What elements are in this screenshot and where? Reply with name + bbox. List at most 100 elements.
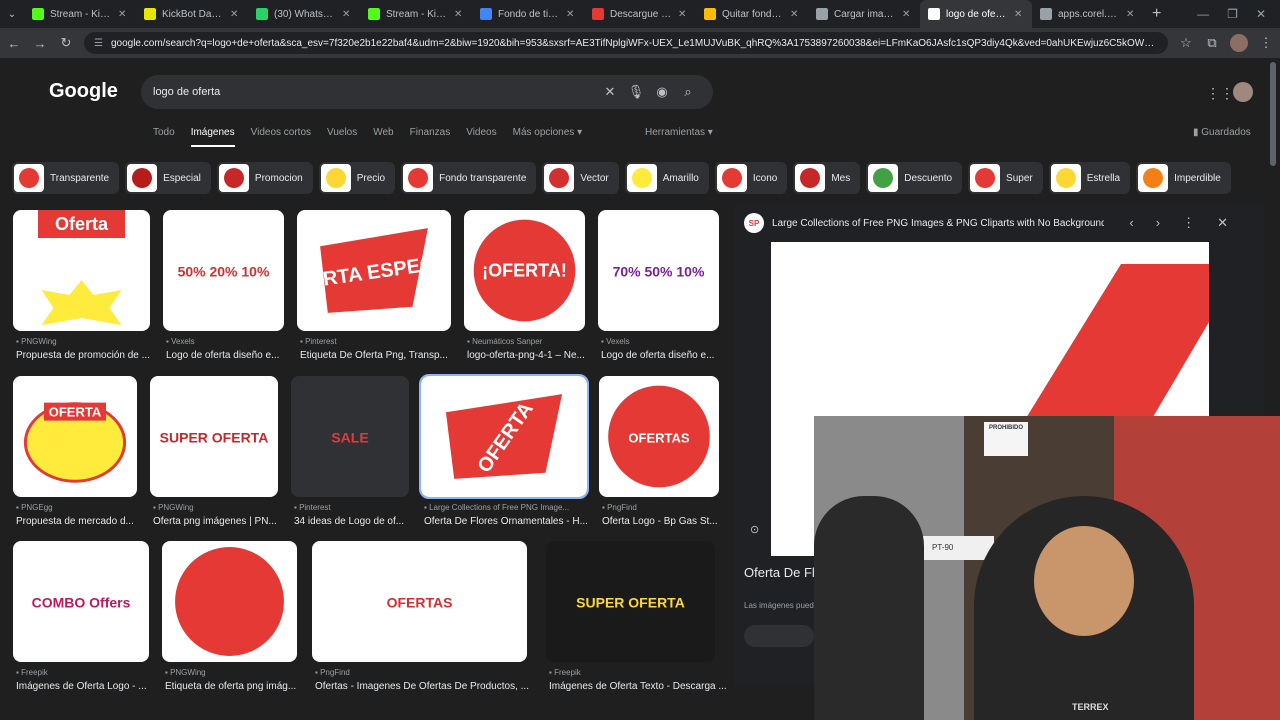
site-info-icon[interactable]: ☰ [94, 38, 103, 49]
result-thumbnail[interactable]: COMBO Offers [13, 541, 149, 662]
tab-finanzas[interactable]: Finanzas [410, 127, 451, 147]
result-source[interactable]: ▪ PNGWing [16, 337, 57, 346]
result-card[interactable]: Oferta ▪ PNGWing Propuesta de promoción … [13, 210, 150, 363]
close-icon[interactable]: ✕ [1217, 215, 1228, 231]
result-thumbnail[interactable] [162, 541, 297, 662]
result-caption[interactable]: Ofertas - Imagenes De Ofertas De Product… [315, 681, 540, 692]
tab-vuelos[interactable]: Vuelos [327, 127, 357, 147]
tab-close-icon[interactable]: ✕ [902, 9, 912, 20]
visit-button[interactable] [744, 625, 814, 647]
tab-videos-cortos[interactable]: Videos cortos [251, 127, 311, 147]
tab-más-opciones[interactable]: Más opciones ▾ [513, 127, 583, 147]
chip-2[interactable]: Promocion [216, 162, 313, 194]
tab-close-icon[interactable]: ✕ [790, 9, 800, 20]
result-caption[interactable]: Imágenes de Oferta Logo - ... [16, 681, 162, 692]
result-thumbnail[interactable]: ¡OFERTA! [464, 210, 585, 331]
url-field[interactable]: ☰ google.com/search?q=logo+de+oferta&sca… [84, 32, 1168, 54]
tab-close-icon[interactable]: ✕ [1014, 9, 1024, 20]
menu-icon[interactable]: ⋮ [1258, 35, 1274, 51]
close-window-icon[interactable]: ✕ [1256, 7, 1266, 21]
bookmark-star-icon[interactable]: ☆ [1178, 35, 1194, 51]
result-source[interactable]: ▪ Pinterest [300, 337, 337, 346]
scrollbar[interactable] [1270, 62, 1276, 166]
result-caption[interactable]: Propuesta de promoción de ... [16, 350, 163, 361]
result-card[interactable]: OFERTA ESPECIAL ▪ Pinterest Etiqueta De … [297, 210, 451, 363]
result-source[interactable]: ▪ Vexels [166, 337, 195, 346]
result-card[interactable]: ¡OFERTA! ▪ Neumáticos Sanper logo-oferta… [464, 210, 585, 363]
result-caption[interactable]: Imágenes de Oferta Texto - Descarga ... [549, 681, 728, 692]
result-card[interactable]: SUPER OFERTA ▪ Freepik Imágenes de Ofert… [546, 541, 727, 694]
result-source[interactable]: ▪ Pinterest [294, 503, 331, 512]
preview-source[interactable]: SP Large Collections of Free PNG Images … [744, 213, 1104, 233]
tools-button[interactable]: Herramientas ▾ [645, 127, 713, 138]
tab-9[interactable]: apps.corel.com ✕ [1032, 0, 1144, 28]
saved-button[interactable]: ▮ Guardados [1193, 127, 1251, 138]
chip-4[interactable]: Fondo transparente [401, 162, 537, 194]
tab-videos[interactable]: Videos [466, 127, 496, 147]
result-caption[interactable]: Etiqueta de oferta png imág... [165, 681, 310, 692]
mic-icon[interactable]: 🎙 [623, 84, 649, 100]
tab-imágenes[interactable]: Imágenes [190, 127, 235, 147]
tab-close-icon[interactable]: ✕ [1126, 9, 1136, 20]
result-thumbnail[interactable]: SALE [291, 376, 409, 497]
tab-close-icon[interactable]: ✕ [454, 9, 464, 20]
tab-todo[interactable]: Todo [153, 127, 175, 147]
visual-search-icon[interactable]: ⊙ [750, 523, 764, 537]
chip-3[interactable]: Precio [318, 162, 396, 194]
result-caption[interactable]: 34 ideas de Logo de of... [294, 516, 422, 527]
result-caption[interactable]: Propuesta de mercado d... [16, 516, 150, 527]
result-source[interactable]: ▪ PNGEgg [16, 503, 53, 512]
result-card[interactable]: SALE ▪ Pinterest 34 ideas de Logo de of.… [291, 376, 409, 529]
lens-icon[interactable]: ◉ [649, 84, 675, 100]
chip-1[interactable]: Especial [125, 162, 211, 194]
tab-close-icon[interactable]: ✕ [230, 9, 240, 20]
tab-5[interactable]: Descargue su arc ✕ [584, 0, 696, 28]
chip-7[interactable]: Icono [714, 162, 788, 194]
search-input[interactable]: logo de oferta [153, 86, 597, 98]
tab-close-icon[interactable]: ✕ [566, 9, 576, 20]
extensions-icon[interactable]: ⧉ [1204, 35, 1220, 51]
result-caption[interactable]: Etiqueta De Oferta Png, Transp... [300, 350, 464, 361]
profile-avatar[interactable] [1230, 34, 1248, 52]
tab-1[interactable]: KickBot Dashboa ✕ [136, 0, 248, 28]
result-card[interactable]: OFERTA ▪ PNGEgg Propuesta de mercado d..… [13, 376, 137, 529]
next-icon[interactable]: › [1156, 215, 1160, 231]
tab-4[interactable]: Fondo de tinta de ✕ [472, 0, 584, 28]
tab-close-icon[interactable]: ✕ [678, 9, 688, 20]
apps-grid-icon[interactable]: ⋮⋮ [1206, 85, 1234, 102]
tab-3[interactable]: Stream - Kick Das ✕ [360, 0, 472, 28]
maximize-icon[interactable]: ❐ [1227, 7, 1238, 21]
result-card[interactable]: OFERTAS ▪ PngFind Oferta Logo - Bp Gas S… [599, 376, 719, 529]
result-source[interactable]: ▪ Neumáticos Sanper [467, 337, 542, 346]
tab-0[interactable]: Stream - Kick Das ✕ [24, 0, 136, 28]
result-card[interactable]: 50% 20% 10% ▪ Vexels Logo de oferta dise… [163, 210, 284, 363]
chip-5[interactable]: Vector [542, 162, 619, 194]
result-source[interactable]: ▪ PngFind [602, 503, 637, 512]
result-caption[interactable]: Oferta Logo - Bp Gas St... [602, 516, 732, 527]
tab-close-icon[interactable]: ✕ [118, 9, 128, 20]
result-card[interactable]: ▪ PNGWing Etiqueta de oferta png imág... [162, 541, 297, 694]
search-icon[interactable]: ⌕ [675, 84, 701, 100]
chip-0[interactable]: Transparente [12, 162, 120, 194]
back-icon[interactable]: ← [6, 36, 22, 51]
result-thumbnail[interactable]: SUPER OFERTA [546, 541, 715, 662]
result-card[interactable]: OFERTA ▪ Large Collections of Free PNG I… [419, 374, 589, 529]
result-card[interactable]: OFERTAS ▪ PngFind Ofertas - Imagenes De … [312, 541, 529, 694]
result-thumbnail[interactable]: SUPER OFERTA [150, 376, 278, 497]
result-thumbnail[interactable]: OFERTA [419, 374, 589, 499]
result-thumbnail[interactable]: Oferta [13, 210, 150, 331]
result-thumbnail[interactable]: 70% 50% 10% [598, 210, 719, 331]
result-thumbnail[interactable]: OFERTA ESPECIAL [297, 210, 451, 331]
result-card[interactable]: 70% 50% 10% ▪ Vexels Logo de oferta dise… [598, 210, 719, 363]
more-icon[interactable]: ⋮ [1182, 215, 1195, 231]
result-caption[interactable]: logo-oferta-png-4-1 – Ne... [467, 350, 598, 361]
tab-search-icon[interactable]: ⌄ [0, 9, 24, 20]
result-source[interactable]: ▪ PNGWing [153, 503, 194, 512]
tab-2[interactable]: (30) WhatsApp B ✕ [248, 0, 360, 28]
chip-8[interactable]: Mes [793, 162, 861, 194]
tab-7[interactable]: Cargar imagen pa ✕ [808, 0, 920, 28]
result-caption[interactable]: Logo de oferta diseño e... [601, 350, 732, 361]
result-source[interactable]: ▪ PNGWing [165, 668, 206, 677]
chip-11[interactable]: Estrella [1048, 162, 1131, 194]
reload-icon[interactable]: ↻ [58, 35, 74, 51]
